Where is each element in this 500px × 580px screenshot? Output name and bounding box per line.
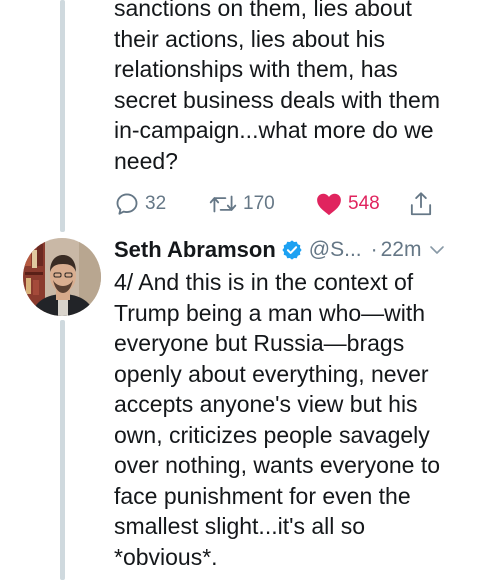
heart-icon bbox=[317, 193, 341, 216]
share-button[interactable] bbox=[408, 186, 434, 222]
user-handle[interactable]: @S... bbox=[309, 238, 362, 262]
reply-count: 32 bbox=[145, 193, 167, 214]
tweet-text: sanctions on them, lies about their acti… bbox=[114, 0, 440, 174]
chevron-down-icon[interactable] bbox=[429, 244, 445, 256]
reply-icon bbox=[116, 193, 138, 215]
thread-connector-line bbox=[60, 0, 65, 232]
like-button[interactable]: 548 bbox=[315, 186, 380, 222]
avatar[interactable] bbox=[23, 238, 101, 316]
retweet-count: 170 bbox=[243, 193, 275, 214]
reply-button[interactable]: 32 bbox=[114, 186, 166, 222]
retweet-icon bbox=[209, 195, 237, 213]
thread-connector-line bbox=[60, 320, 65, 580]
tweet-text: 4/ And this is in the context of Trump b… bbox=[114, 269, 441, 570]
tweet-action-bar: 32 170 548 bbox=[114, 186, 486, 222]
timestamp[interactable]: 22m bbox=[381, 238, 422, 262]
display-name[interactable]: Seth Abramson bbox=[114, 237, 276, 263]
like-count: 548 bbox=[348, 193, 380, 214]
tweet-header: Seth Abramson @S... · 22m bbox=[114, 233, 494, 267]
verified-badge-icon bbox=[281, 239, 303, 261]
profile-photo bbox=[23, 238, 101, 316]
separator-dot: · bbox=[370, 238, 378, 261]
share-icon bbox=[410, 192, 432, 216]
retweet-button[interactable]: 170 bbox=[208, 186, 275, 222]
